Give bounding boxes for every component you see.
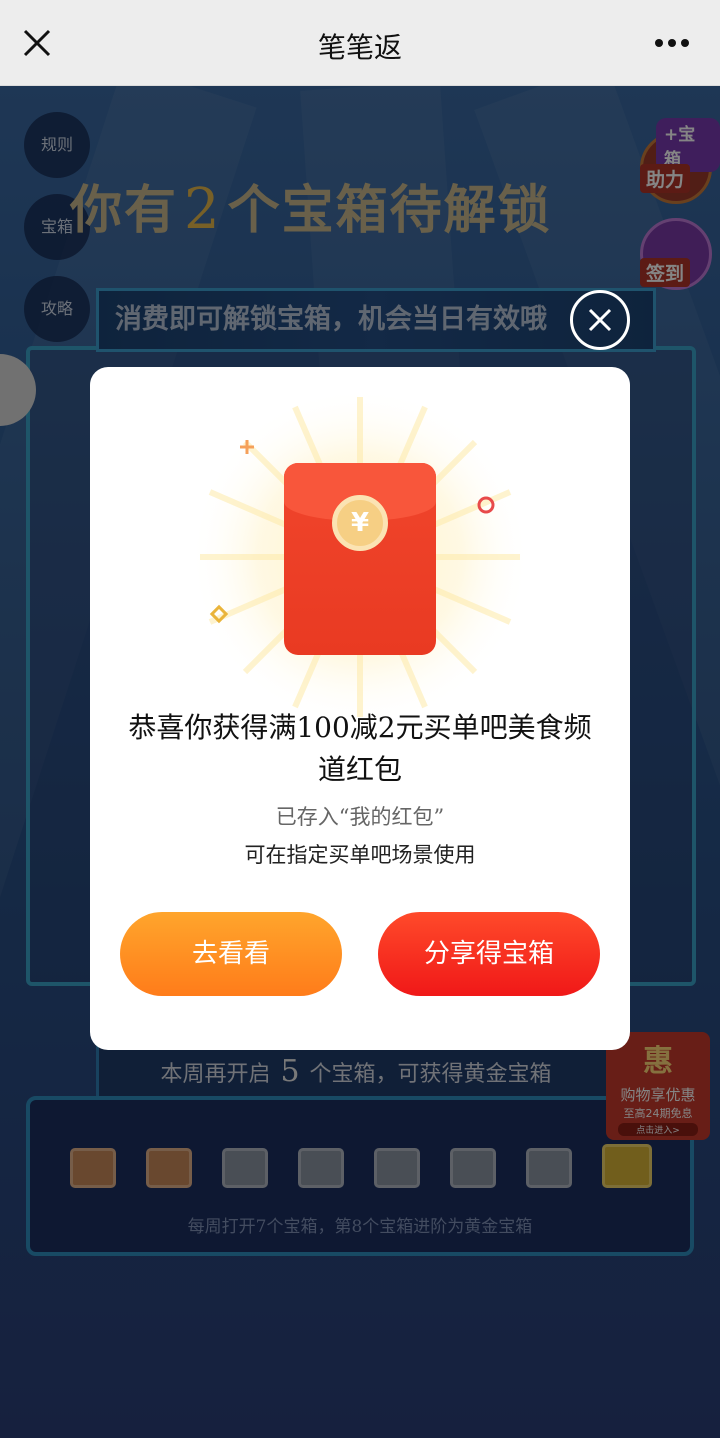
more-options-icon[interactable] xyxy=(654,38,690,48)
share-for-chest-button[interactable]: 分享得宝箱 xyxy=(378,912,600,996)
dialog-title: 恭喜你获得满100减2元买单吧美食频道红包 xyxy=(128,711,592,786)
close-icon xyxy=(588,308,612,332)
dialog-close-button[interactable] xyxy=(570,290,630,350)
page-title: 笔笔返 xyxy=(317,31,402,64)
saved-note: 已存入“我的红包” xyxy=(275,805,445,829)
go-look-button[interactable]: 去看看 xyxy=(120,912,342,996)
usage-note: 可在指定买单吧场景使用 xyxy=(244,843,476,867)
red-packet-dialog: ¥ 恭喜你获得满100减2元买单吧美食频道红包 已存入“我的红包” 可在指定买单… xyxy=(90,367,630,1050)
yuan-coin-icon: ¥ xyxy=(332,495,388,551)
top-nav-bar: 笔笔返 xyxy=(0,0,720,86)
red-envelope: ¥ xyxy=(284,463,436,655)
